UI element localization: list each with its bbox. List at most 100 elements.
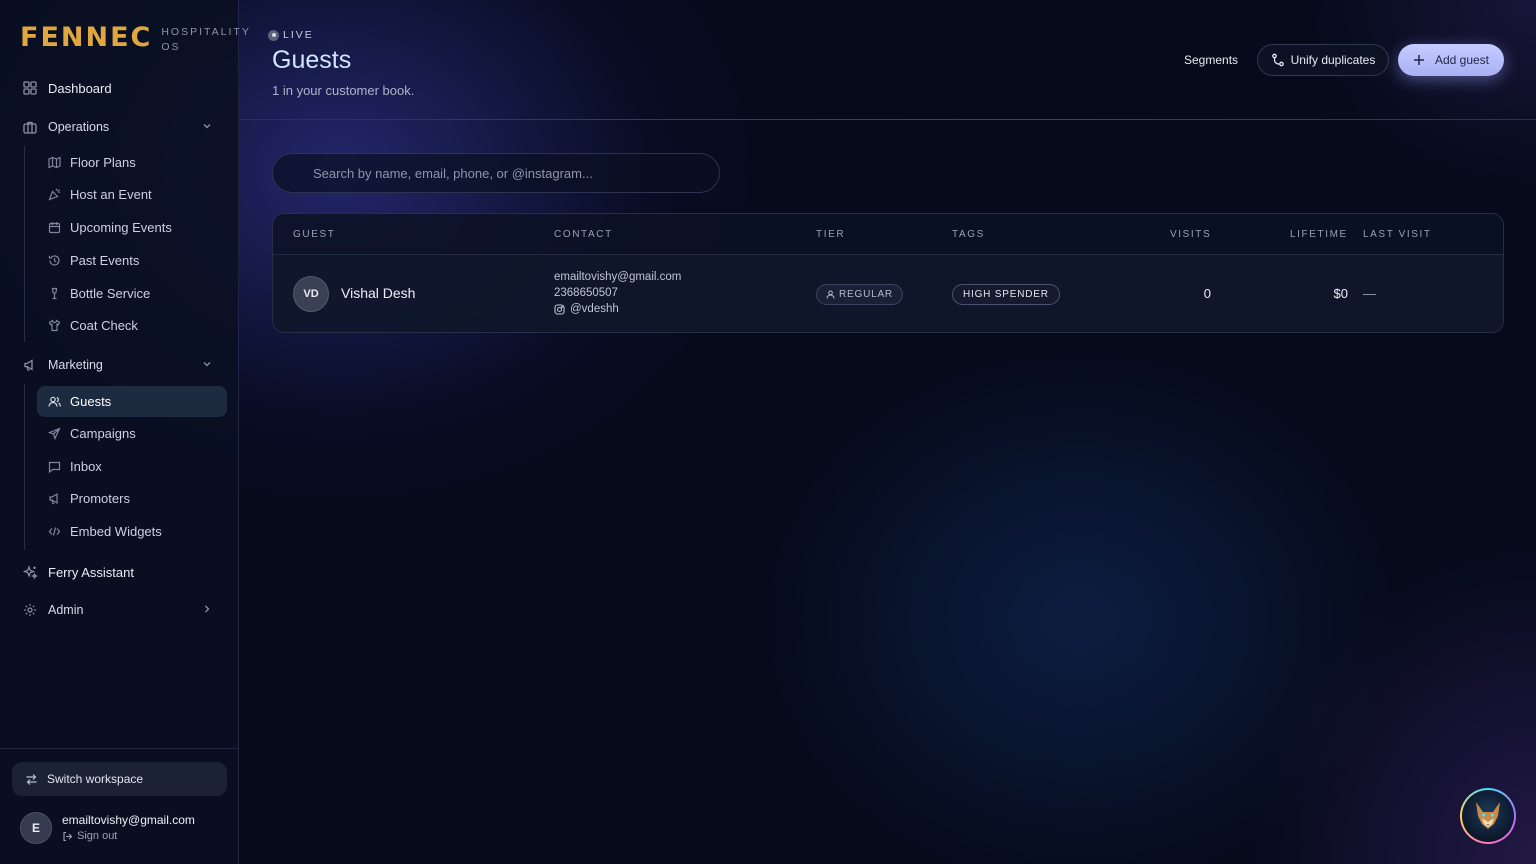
- page-subtitle: 1 in your customer book.: [272, 83, 415, 98]
- column-header-last-visit[interactable]: LAST VISIT: [1363, 229, 1432, 240]
- megaphone-small-icon: [47, 492, 61, 506]
- add-guest-label: Add guest: [1434, 53, 1490, 67]
- sidebar-item-label: Bottle Service: [70, 286, 151, 301]
- brand-subtitle-line1: HOSPITALITY: [161, 26, 251, 38]
- gear-icon: [22, 602, 38, 618]
- instagram-icon: [554, 303, 565, 315]
- operations-divider: [24, 146, 25, 342]
- sidebar-footer-divider: [0, 748, 239, 749]
- tier-label: REGULAR: [839, 289, 893, 300]
- segments-button[interactable]: Segments: [1176, 47, 1246, 73]
- chevron-down-icon: [202, 120, 212, 134]
- user-icon: [826, 290, 835, 299]
- sidebar-item-label: Promoters: [70, 491, 130, 506]
- plus-icon: [1413, 54, 1425, 66]
- column-header-guest[interactable]: GUEST: [293, 229, 335, 240]
- live-indicator: LIVE: [268, 29, 314, 41]
- guest-contact: emailtovishy@gmail.com 2368650507 @vdesh…: [554, 269, 681, 317]
- column-header-contact[interactable]: CONTACT: [554, 229, 613, 240]
- user-email: emailtovishy@gmail.com: [62, 812, 195, 827]
- search-input[interactable]: [272, 153, 720, 193]
- code-icon: [47, 525, 61, 539]
- guest-lifetime: $0: [1333, 286, 1348, 301]
- history-icon: [47, 254, 61, 268]
- assistant-launcher-button[interactable]: [1460, 788, 1516, 844]
- guest-instagram: @vdeshh: [554, 301, 681, 317]
- nav-operations-label: Operations: [48, 120, 110, 134]
- column-header-visits[interactable]: VISITS: [1170, 229, 1211, 240]
- sidebar-item-inbox[interactable]: Inbox: [37, 451, 227, 482]
- sidebar-item-guests[interactable]: Guests: [37, 386, 227, 417]
- nav-operations[interactable]: Operations: [22, 114, 211, 140]
- nav-marketing-label: Marketing: [48, 358, 103, 372]
- avatar[interactable]: E: [20, 812, 52, 844]
- sidebar-item-label: Past Events: [70, 253, 140, 268]
- guest-instagram-handle: @vdeshh: [570, 303, 619, 315]
- sidebar-item-label: Inbox: [70, 459, 102, 474]
- sidebar-item-past-events[interactable]: Past Events: [37, 245, 227, 276]
- brand: FENNEC HOSPITALITY OS: [20, 22, 251, 55]
- chevron-right-icon: [202, 603, 212, 617]
- sidebar: FENNEC HOSPITALITY OS Dashboard Operatio…: [0, 0, 249, 864]
- guest-visits: 0: [1203, 286, 1211, 301]
- guest-name[interactable]: Vishal Desh: [341, 285, 415, 301]
- git-merge-icon: [1271, 53, 1285, 67]
- sidebar-item-host-an-event[interactable]: Host an Event: [37, 179, 227, 210]
- sidebar-item-upcoming-events[interactable]: Upcoming Events: [37, 212, 227, 243]
- column-header-tags[interactable]: TAGS: [952, 229, 985, 240]
- fox-avatar-icon: [1462, 790, 1514, 842]
- sidebar-item-label: Embed Widgets: [70, 524, 162, 539]
- sidebar-item-bottle-service[interactable]: Bottle Service: [37, 278, 227, 309]
- guest-avatar: VD: [293, 276, 329, 312]
- shirt-icon: [47, 319, 61, 333]
- unify-duplicates-label: Unify duplicates: [1290, 53, 1376, 67]
- table-row[interactable]: VD Vishal Desh emailtovishy@gmail.com 23…: [273, 255, 1503, 332]
- calendar-icon: [47, 221, 61, 235]
- arrows-swap-icon: [25, 773, 38, 786]
- tier-badge: REGULAR: [816, 284, 903, 305]
- sidebar-item-label: Host an Event: [70, 187, 152, 202]
- live-label: LIVE: [283, 29, 314, 41]
- nav-ferry-assistant-label: Ferry Assistant: [48, 564, 134, 580]
- page-title: Guests: [272, 46, 352, 74]
- sidebar-item-label: Campaigns: [70, 426, 136, 441]
- sidebar-item-embed-widgets[interactable]: Embed Widgets: [37, 516, 227, 547]
- column-header-tier[interactable]: TIER: [816, 229, 845, 240]
- nav-marketing[interactable]: Marketing: [22, 352, 211, 378]
- chevron-down-icon: [202, 358, 212, 372]
- nav-dashboard[interactable]: Dashboard: [22, 75, 112, 101]
- grid-icon: [22, 80, 38, 96]
- nav-admin[interactable]: Admin: [22, 597, 210, 623]
- guest-phone: 2368650507: [554, 287, 618, 299]
- map-icon: [47, 156, 61, 170]
- nav-ferry-assistant[interactable]: Ferry Assistant: [22, 559, 134, 585]
- nav-dashboard-label: Dashboard: [48, 80, 112, 96]
- wine-icon: [47, 287, 61, 301]
- sidebar-item-label: Guests: [70, 394, 112, 409]
- sidebar-item-label: Coat Check: [70, 318, 138, 333]
- megaphone-icon: [22, 357, 38, 373]
- message-square-icon: [47, 460, 61, 474]
- sidebar-item-promoters[interactable]: Promoters: [37, 483, 227, 514]
- user-profile: E emailtovishy@gmail.com Sign out: [20, 812, 195, 844]
- switch-workspace-label: Switch workspace: [47, 772, 144, 786]
- send-icon: [47, 427, 61, 441]
- briefcase-icon: [22, 119, 38, 135]
- switch-workspace-button[interactable]: Switch workspace: [12, 762, 227, 796]
- users-icon: [47, 395, 61, 409]
- guest-last-visit: —: [1363, 286, 1376, 301]
- add-guest-button[interactable]: Add guest: [1398, 44, 1504, 76]
- sidebar-item-label: Upcoming Events: [70, 220, 172, 235]
- guests-table: GUEST CONTACT TIER TAGS VISITS LIFETIME …: [272, 213, 1504, 333]
- sign-out-link[interactable]: Sign out: [62, 829, 195, 844]
- unify-duplicates-button[interactable]: Unify duplicates: [1257, 44, 1389, 76]
- live-dot-icon: [268, 29, 279, 41]
- sign-out-label: Sign out: [77, 829, 118, 842]
- sidebar-item-campaigns[interactable]: Campaigns: [37, 418, 227, 449]
- nav-admin-label: Admin: [48, 603, 84, 617]
- column-header-lifetime[interactable]: LIFETIME: [1290, 229, 1348, 240]
- sidebar-item-coat-check[interactable]: Coat Check: [37, 310, 227, 341]
- brand-subtitle: HOSPITALITY OS: [161, 25, 251, 55]
- header-divider: [240, 119, 1536, 120]
- sidebar-item-floor-plans[interactable]: Floor Plans: [37, 147, 227, 178]
